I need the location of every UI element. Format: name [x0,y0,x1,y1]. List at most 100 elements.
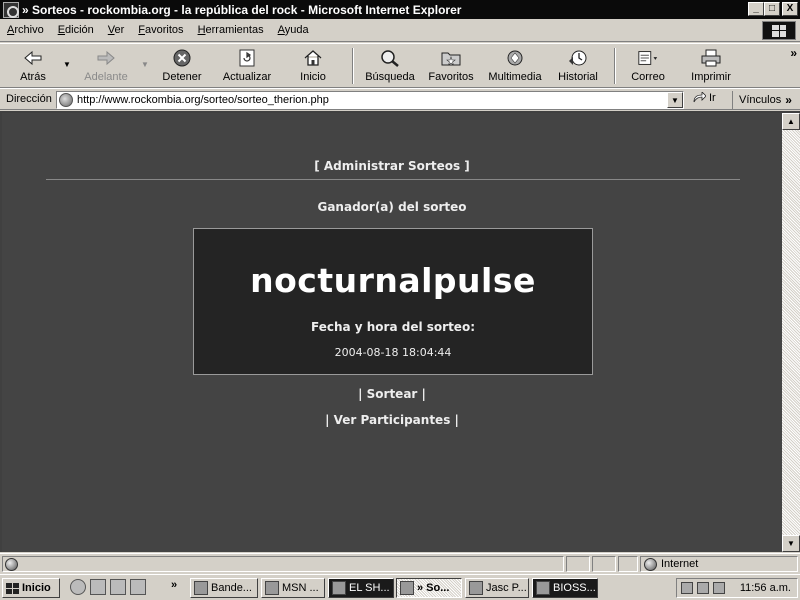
refresh-button[interactable]: Actualizar [214,44,280,87]
winner-name: nocturnalpulse [250,261,536,300]
arrow-left-icon [22,48,44,68]
minimize-button[interactable]: _ [748,2,764,16]
task-label: » So... [417,582,450,594]
home-label: Inicio [300,71,326,83]
media-icon [504,48,526,68]
zone-label: Internet [661,558,699,570]
task-el-sh[interactable]: EL SH... [328,578,394,598]
outlook-quicklaunch-icon[interactable] [90,579,106,595]
home-icon [302,48,324,68]
system-tray: 11:56 a.m. [676,578,798,598]
status-pane-progress [566,556,590,572]
favorites-folder-icon [440,48,462,68]
history-label: Historial [558,71,598,83]
page-status-icon [5,557,18,571]
ie-quicklaunch-icon[interactable] [70,579,86,595]
title-bar[interactable]: » Sorteos - rockombia.org - la república… [0,0,800,19]
task-label: EL SH... [349,582,390,594]
mail-button[interactable]: Correo [622,44,674,87]
address-label: Dirección [6,93,52,105]
winner-heading: Ganador(a) del sorteo [317,200,467,214]
clock[interactable]: 11:56 a.m. [740,582,791,594]
toolbar-separator [614,48,616,84]
task-label: Jasc P... [486,582,527,594]
mail-icon [637,48,659,68]
browser-viewport: [ Administrar Sorteos ] Ganador(a) del s… [0,111,800,552]
desktop-quicklaunch-icon[interactable] [110,579,126,595]
stop-button[interactable]: Detener [150,44,214,87]
menu-archivo[interactable]: Archivo [0,24,51,36]
history-icon [567,48,589,68]
admin-raffles-link[interactable]: [ Administrar Sorteos ] [2,159,782,173]
security-zone-pane: Internet [640,556,798,572]
ie-page-icon [400,581,414,595]
address-input[interactable]: http://www.rockombia.org/sorteo/sorteo_t… [56,91,684,109]
home-button[interactable]: Inicio [280,44,346,87]
network-icon[interactable] [697,582,709,594]
messenger-icon[interactable] [713,582,725,594]
windows-logo-icon [762,21,796,40]
status-bar: Internet [0,553,800,573]
menu-edicion[interactable]: Edición [51,24,101,36]
print-label: Imprimir [691,71,731,83]
menu-herramientas[interactable]: Herramientas [191,24,271,36]
chat-icon [332,581,346,595]
scroll-up-icon[interactable]: ▲ [782,113,800,130]
task-msn[interactable]: MSN ... [261,578,325,598]
media-button[interactable]: Multimedia [482,44,548,87]
inbox-icon [194,581,208,595]
task-sorteos[interactable]: » So... [396,578,462,598]
paint-icon [469,581,483,595]
search-button[interactable]: Búsqueda [360,44,420,87]
history-button[interactable]: Historial [548,44,608,87]
view-participants-link[interactable]: | Ver Participantes | [2,413,782,427]
vertical-scrollbar[interactable]: ▲ ▼ [782,113,800,552]
address-dropdown-icon[interactable]: ▼ [667,92,683,108]
status-text-pane [2,556,564,572]
menu-ayuda[interactable]: Ayuda [271,24,316,36]
refresh-icon [236,48,258,68]
links-button[interactable]: Vínculos » [732,91,792,109]
task-jasc[interactable]: Jasc P... [465,578,529,598]
forward-label: Adelante [84,71,128,83]
taskbar: Inicio » Bande... MSN ... EL SH... » So.… [0,574,800,600]
stop-icon [171,48,193,68]
forward-dropdown-icon[interactable]: ▼ [140,44,150,69]
back-label: Atrás [20,71,46,83]
back-dropdown-icon[interactable]: ▼ [62,44,72,69]
mail-label: Correo [631,71,665,83]
media-quicklaunch-icon[interactable] [130,579,146,595]
msn-icon [265,581,279,595]
maximize-button[interactable]: □ [764,2,780,16]
task-label: MSN ... [282,582,319,594]
toolbar-more-button[interactable]: » [790,46,797,60]
print-button[interactable]: Imprimir [674,44,748,87]
chat-icon [536,581,550,595]
draw-link[interactable]: | Sortear | [2,387,782,401]
start-button[interactable]: Inicio [2,578,60,598]
menu-bar: Archivo Edición Ver Favoritos Herramient… [0,19,800,42]
stop-label: Detener [162,71,202,83]
status-pane-lock [592,556,616,572]
scroll-down-icon[interactable]: ▼ [782,535,800,552]
draw-datetime-label: Fecha y hora del sorteo: [310,320,475,334]
back-button[interactable]: Atrás [4,44,62,87]
volume-icon[interactable] [681,582,693,594]
start-label: Inicio [22,582,51,594]
task-bande[interactable]: Bande... [190,578,258,598]
search-icon [379,48,401,68]
go-label: Ir [709,92,716,104]
go-arrow-icon [693,92,706,103]
forward-button[interactable]: Adelante [72,44,140,87]
window-title: » Sorteos - rockombia.org - la república… [22,2,462,17]
favorites-button[interactable]: Favoritos [420,44,482,87]
quicklaunch-more-button[interactable]: » [171,579,177,591]
task-label: BIOSS... [553,582,596,594]
go-button[interactable]: Ir [692,92,716,104]
menu-favoritos[interactable]: Favoritos [131,24,190,36]
task-bioss[interactable]: BIOSS... [532,578,598,598]
menu-ver[interactable]: Ver [101,24,132,36]
close-button[interactable]: X [782,2,798,16]
arrow-right-icon [95,48,117,68]
media-label: Multimedia [488,71,542,83]
